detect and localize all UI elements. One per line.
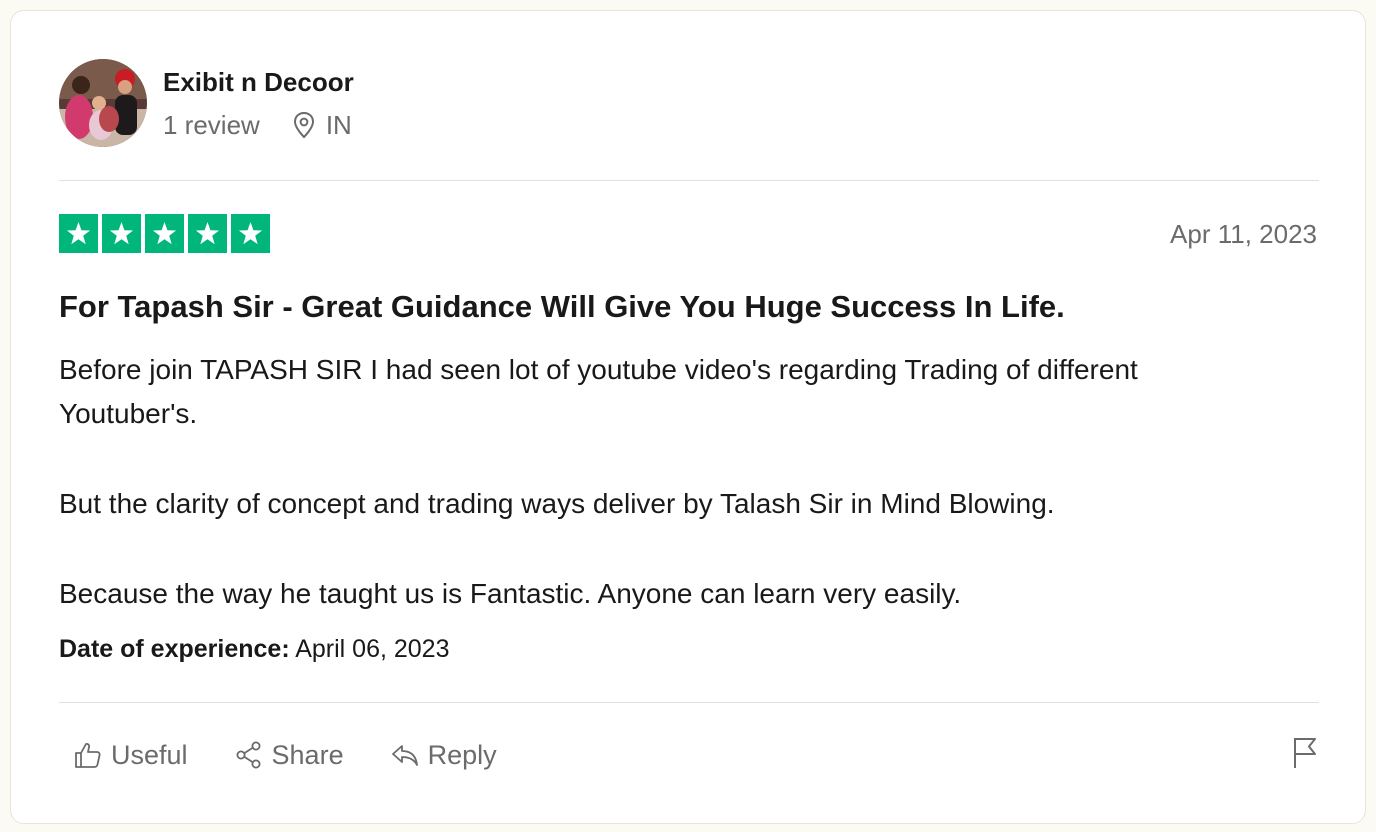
star-icon (59, 214, 98, 253)
experience-label: Date of experience: (59, 635, 290, 663)
reviewer-country: IN (325, 110, 352, 140)
reviewer-meta: 1 review IN (163, 110, 354, 140)
thumbs-up-icon (75, 743, 101, 768)
location-pin-icon (293, 111, 314, 139)
date-of-experience: Date of experience: April 06, 2023 (59, 633, 450, 665)
share-label: Share (271, 740, 344, 770)
reviewer-location: IN (292, 110, 352, 140)
share-button[interactable]: Share (234, 737, 344, 773)
review-date: Apr 11, 2023 (1170, 219, 1317, 249)
reply-icon (390, 745, 418, 766)
review-count: 1 review (163, 110, 260, 140)
flag-icon (1294, 738, 1316, 768)
useful-button[interactable]: Useful (73, 737, 188, 773)
star-icon (231, 214, 270, 253)
reviewer-header: Exibit n Decoor 1 review IN (59, 59, 354, 147)
useful-label: Useful (111, 740, 188, 770)
review-card: Exibit n Decoor 1 review IN Apr 11, 2023… (10, 10, 1366, 824)
experience-date: April 06, 2023 (295, 635, 450, 663)
header-divider (59, 180, 1319, 181)
review-actions: Useful Share Reply (73, 737, 543, 773)
reviewer-info: Exibit n Decoor 1 review IN (163, 66, 354, 140)
star-icon (102, 214, 141, 253)
reply-label: Reply (427, 740, 497, 770)
actions-divider (59, 702, 1319, 703)
reviewer-name[interactable]: Exibit n Decoor (163, 66, 354, 98)
review-title[interactable]: For Tapash Sir - Great Guidance Will Giv… (59, 287, 1065, 327)
review-paragraph: Because the way he taught us is Fantasti… (59, 578, 962, 609)
share-icon (236, 741, 261, 769)
star-icon (188, 214, 227, 253)
review-body: Before join TAPASH SIR I had seen lot of… (59, 348, 1259, 616)
report-button[interactable] (1291, 736, 1319, 775)
review-paragraph: But the clarity of concept and trading w… (59, 488, 1055, 519)
star-rating (59, 214, 270, 253)
review-paragraph: Before join TAPASH SIR I had seen lot of… (59, 354, 1138, 429)
reply-button[interactable]: Reply (390, 737, 497, 773)
avatar[interactable] (59, 59, 147, 147)
star-icon (145, 214, 184, 253)
